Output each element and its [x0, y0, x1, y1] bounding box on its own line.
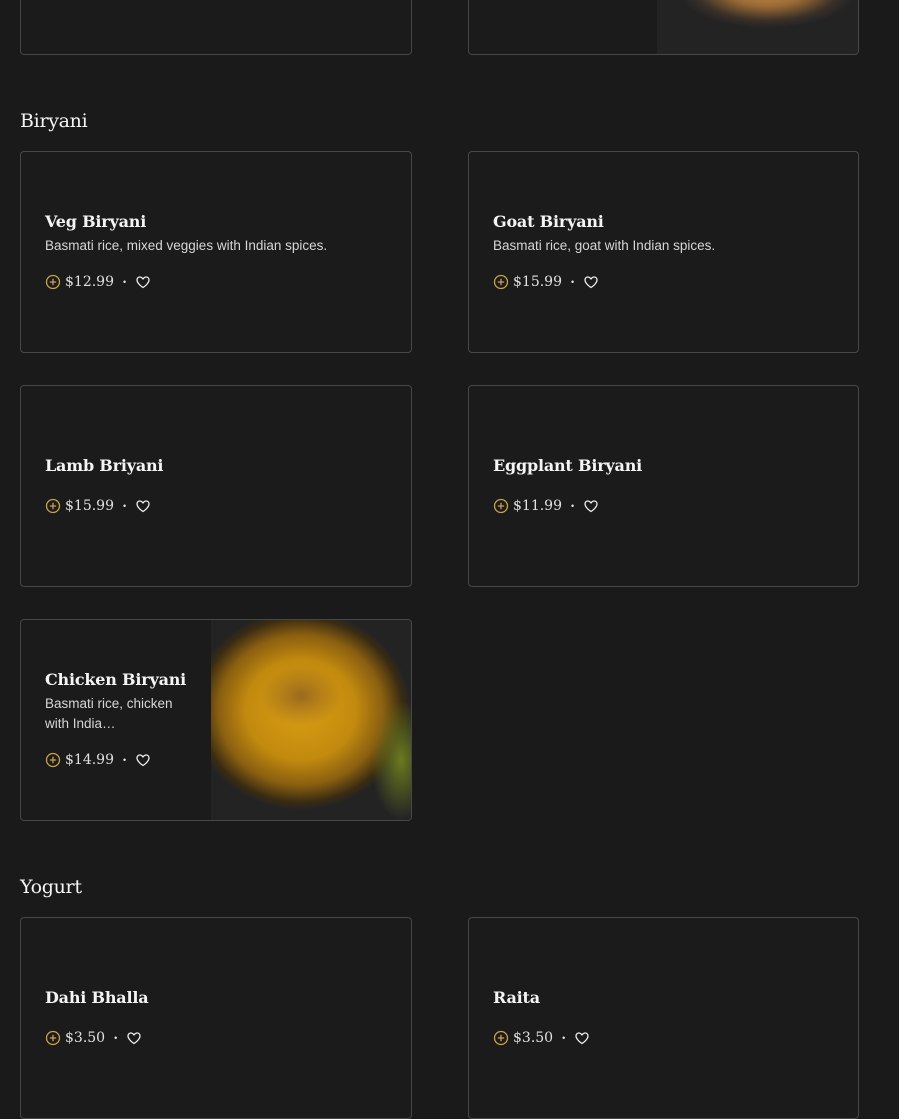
menu-item-card[interactable]: Goat Biryani Basmati rice, goat with Ind…: [468, 151, 859, 353]
heart-outline-icon[interactable]: [135, 752, 151, 768]
add-circle-icon[interactable]: [45, 752, 61, 768]
item-price: $3.50: [513, 1030, 554, 1046]
food-photo: [211, 620, 411, 820]
item-description: Basmati rice, mixed veggies with Indian …: [45, 238, 328, 253]
menu-item-card[interactable]: Raita $3.50 •: [468, 917, 859, 1119]
item-price: $3.50: [65, 1030, 106, 1046]
menu-item-card[interactable]: Dahi Bhalla $3.50 •: [20, 917, 412, 1119]
add-circle-icon[interactable]: [493, 1030, 509, 1046]
heart-outline-icon[interactable]: [583, 498, 599, 514]
heart-outline-icon[interactable]: [583, 274, 599, 290]
separator-dot: •: [571, 277, 575, 287]
item-price: $12.99: [65, 274, 114, 290]
menu-item-card[interactable]: Chicken Biryani Basmati rice, chicken wi…: [20, 619, 412, 821]
item-meta: $3.50 •: [45, 1028, 142, 1048]
item-price: $14.99: [65, 752, 114, 768]
heart-outline-icon[interactable]: [126, 1030, 142, 1046]
item-name: Goat Biryani: [493, 212, 604, 231]
item-meta: $12.99 •: [45, 272, 151, 292]
menu-item-card[interactable]: Eggplant Biryani $11.99 •: [468, 385, 859, 587]
item-price: $15.99: [513, 274, 562, 290]
menu-item-card[interactable]: Veg Biryani Basmati rice, mixed veggies …: [20, 151, 412, 353]
menu-item-card[interactable]: [20, 0, 412, 55]
heart-outline-icon[interactable]: [135, 274, 151, 290]
item-name: Chicken Biryani: [45, 670, 187, 689]
item-meta: $11.99 •: [493, 496, 599, 516]
item-name: Raita: [493, 988, 540, 1007]
separator-dot: •: [123, 277, 127, 287]
add-circle-icon[interactable]: [45, 1030, 61, 1046]
item-price: $11.99: [513, 498, 562, 514]
item-name: Veg Biryani: [45, 212, 147, 231]
heart-outline-icon[interactable]: [135, 498, 151, 514]
add-circle-icon[interactable]: [45, 498, 61, 514]
item-name: Dahi Bhalla: [45, 988, 149, 1007]
item-name: Eggplant Biryani: [493, 456, 643, 475]
item-meta: $15.99 •: [493, 272, 599, 292]
add-circle-icon[interactable]: [45, 274, 61, 290]
food-photo: [657, 0, 858, 54]
section-title-yogurt: Yogurt: [20, 876, 82, 898]
separator-dot: •: [571, 501, 575, 511]
item-meta: $15.99 •: [45, 496, 151, 516]
separator-dot: •: [123, 501, 127, 511]
menu-item-card[interactable]: Lamb Briyani $15.99 •: [20, 385, 412, 587]
separator-dot: •: [114, 1033, 118, 1043]
item-description: Basmati rice, goat with Indian spices.: [493, 238, 716, 253]
item-price: $15.99: [65, 498, 114, 514]
separator-dot: •: [123, 755, 127, 765]
item-meta: $14.99 •: [45, 750, 151, 770]
add-circle-icon[interactable]: [493, 274, 509, 290]
item-description: Basmati rice, chicken with India…: [45, 696, 173, 731]
section-title-biryani: Biryani: [20, 110, 88, 132]
menu-item-card[interactable]: [468, 0, 859, 55]
item-meta: $3.50 •: [493, 1028, 590, 1048]
add-circle-icon[interactable]: [493, 498, 509, 514]
heart-outline-icon[interactable]: [574, 1030, 590, 1046]
separator-dot: •: [562, 1033, 566, 1043]
item-name: Lamb Briyani: [45, 456, 164, 475]
